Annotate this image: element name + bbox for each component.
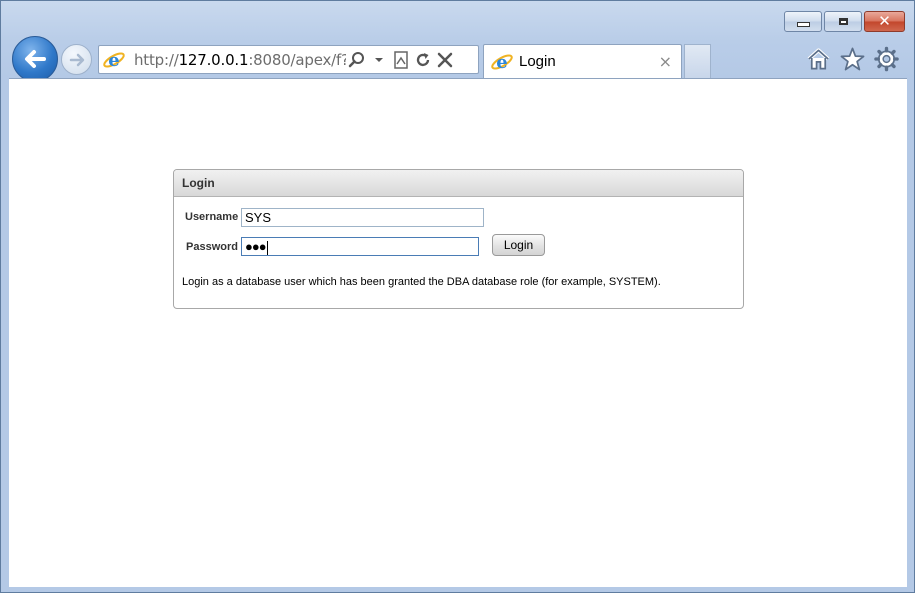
svg-text:e: e [108,50,119,71]
tab-title: Login [519,53,556,70]
back-arrow-icon [25,50,46,68]
stop-icon[interactable] [434,48,456,72]
svg-text:e: e [496,52,507,73]
forward-arrow-icon [69,53,84,66]
close-window-button[interactable]: ✕ [864,11,905,32]
tab-close-icon[interactable]: × [659,52,672,71]
password-mask: ●●● [245,239,267,254]
tab-login[interactable]: e Login × [483,44,682,78]
window-controls: ✕ [784,11,905,32]
ie-logo-icon: e [103,50,125,71]
minimize-icon [796,22,810,27]
password-field[interactable]: ●●● [241,237,479,256]
login-help-text: Login as a database user which has been … [182,276,661,288]
search-icon[interactable] [346,48,368,72]
maximize-icon [838,18,848,25]
ie-logo-icon: e [491,52,513,73]
url-text[interactable]: http://127.0.0.1:8080/apex/f?p=4! [134,51,346,69]
back-button[interactable] [12,36,58,82]
username-label: Username [185,211,239,223]
password-label: Password [186,241,238,253]
chevron-down-icon[interactable] [368,48,390,72]
minimize-button[interactable] [784,11,822,32]
close-icon: ✕ [878,12,891,30]
new-tab-button[interactable] [684,44,711,78]
home-icon[interactable] [806,46,831,71]
address-bar[interactable]: e http://127.0.0.1:8080/apex/f?p=4! [98,45,479,74]
region-title: Login [174,170,743,197]
username-field[interactable]: SYS [241,208,484,227]
browser-window: ✕ e http://127.0.0.1:8080/apex/f?p=4! [0,0,915,593]
text-caret [266,240,268,255]
forward-button[interactable] [61,44,92,75]
gear-icon[interactable] [874,46,899,71]
login-button[interactable]: Login [492,234,545,256]
compatibility-view-icon[interactable] [390,48,412,72]
star-icon[interactable] [840,46,865,71]
page-content: Login Username SYS Password ●●● Login Lo… [9,78,907,587]
maximize-button[interactable] [824,11,862,32]
refresh-icon[interactable] [412,48,434,72]
login-region: Login Username SYS Password ●●● Login Lo… [173,169,744,309]
command-icons [806,46,899,71]
